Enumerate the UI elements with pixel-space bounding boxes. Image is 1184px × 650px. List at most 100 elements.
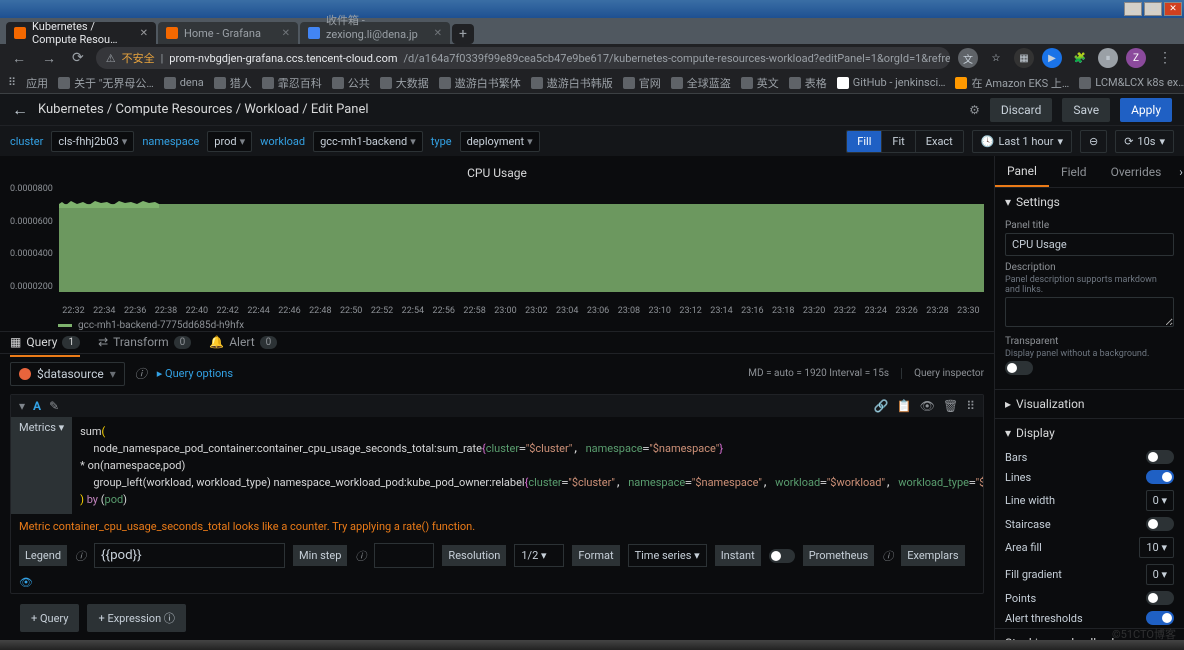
eye-icon[interactable]: 👁 — [19, 576, 33, 589]
display-header[interactable]: ▾ Display — [995, 419, 1184, 447]
query-options-toggle[interactable]: ▸ Query options — [157, 367, 233, 380]
bm-0[interactable]: 应用 — [26, 75, 48, 91]
window-close[interactable]: ✕ — [1164, 2, 1182, 16]
bars-toggle[interactable] — [1146, 450, 1174, 464]
translate-icon[interactable]: 文 — [958, 48, 978, 68]
bm-7[interactable]: 遨游白书繁体 — [439, 75, 521, 91]
info-icon[interactable]: ⓘ — [355, 548, 366, 564]
browser-tab-1[interactable]: Home - Grafana✕ — [158, 22, 298, 44]
eye-icon[interactable]: 👁 — [920, 399, 935, 413]
forward-button[interactable]: → — [38, 48, 60, 69]
var-cluster-value[interactable]: cls-fhhj2b03▾ — [51, 131, 134, 152]
plot-area[interactable] — [59, 184, 984, 304]
staircase-toggle[interactable] — [1146, 517, 1174, 531]
fill-button[interactable]: Fill — [847, 131, 882, 152]
pencil-icon[interactable]: ✎ — [49, 399, 59, 413]
visualization-header[interactable]: ▸ Visualization — [995, 390, 1184, 418]
browser-tab-2[interactable]: 收件箱 - zexiong.li@dena.jp …✕ — [300, 22, 450, 44]
copy-icon[interactable]: 📋 — [897, 399, 912, 413]
var-workload-value[interactable]: gcc-mh1-backend▾ — [313, 131, 423, 152]
star-icon[interactable]: ☆ — [986, 48, 1006, 68]
refresh-button[interactable]: ⟳ 10s ▾ — [1115, 130, 1174, 153]
time-range-button[interactable]: 🕓 Last 1 hour ▾ — [972, 130, 1072, 153]
resolution-select[interactable]: 1/2 ▾ — [514, 544, 564, 567]
legend-input[interactable] — [94, 543, 285, 568]
query-editor[interactable]: sum( node_namespace_pod_container:contai… — [72, 417, 983, 514]
trash-icon[interactable]: 🗑 — [943, 399, 958, 413]
areafill-select[interactable]: 10 ▾ — [1139, 537, 1174, 558]
window-maximize[interactable]: ☐ — [1144, 2, 1162, 16]
minstep-input[interactable] — [374, 543, 434, 568]
transparent-toggle[interactable] — [1005, 361, 1033, 375]
bm-15[interactable]: LCM&LCX k8s ex… — [1079, 76, 1184, 89]
exact-button[interactable]: Exact — [916, 131, 963, 152]
ext-icon-1[interactable]: ▦ — [1014, 48, 1034, 68]
settings-icon[interactable]: ⚙ — [969, 103, 980, 117]
bm-1[interactable]: 关于 "无界母公… — [58, 75, 154, 91]
format-select[interactable]: Time series ▾ — [628, 544, 707, 567]
collapse-icon[interactable]: › — [1173, 165, 1184, 179]
bm-3[interactable]: 猎人 — [214, 75, 252, 91]
window-minimize[interactable]: _ — [1124, 2, 1142, 16]
reload-button[interactable]: ⟳ — [68, 48, 88, 68]
bm-11[interactable]: 英文 — [741, 75, 779, 91]
bm-9[interactable]: 官网 — [623, 75, 661, 91]
settings-header[interactable]: ▾ Settings — [995, 188, 1184, 216]
close-icon[interactable]: ✕ — [140, 28, 148, 39]
query-inspector-button[interactable]: Query inspector — [901, 368, 984, 379]
info-icon[interactable]: ⓘ — [135, 365, 147, 382]
chart-legend[interactable]: gcc-mh1-backend-7775dd685d-h9hfx — [58, 320, 984, 331]
avatar[interactable]: Z — [1126, 48, 1146, 68]
close-icon[interactable]: ✕ — [434, 28, 442, 39]
bm-12[interactable]: 表格 — [789, 75, 827, 91]
linewidth-select[interactable]: 0 ▾ — [1146, 490, 1174, 511]
add-expression-button[interactable]: + Expression ⓘ — [87, 604, 185, 632]
info-icon[interactable]: ⓘ — [882, 548, 893, 564]
info-icon[interactable]: ⓘ — [75, 548, 86, 564]
description-input[interactable] — [1005, 297, 1174, 327]
add-query-button[interactable]: + Query — [20, 604, 79, 632]
bm-14[interactable]: 在 Amazon EKS 上… — [955, 75, 1069, 91]
bm-2[interactable]: dena — [164, 76, 204, 89]
points-toggle[interactable] — [1146, 591, 1174, 605]
bm-13[interactable]: GitHub - jenkinsci… — [837, 76, 946, 89]
tab-overrides[interactable]: Overrides — [1099, 156, 1174, 187]
chevron-down-icon[interactable]: ▾ — [19, 399, 25, 413]
tab-alert[interactable]: 🔔 Alert 0 — [209, 335, 277, 349]
bm-5[interactable]: 公共 — [332, 75, 370, 91]
browser-tab-0[interactable]: Kubernetes / Compute Resou…✕ — [6, 22, 156, 44]
ext-icon-4[interactable]: ⏸ — [1098, 48, 1118, 68]
discard-button[interactable]: Discard — [990, 98, 1053, 122]
ext-icon-3[interactable]: 🧩 — [1070, 48, 1090, 68]
query-hint[interactable]: Metric container_cpu_usage_seconds_total… — [11, 514, 983, 539]
tab-field[interactable]: Field — [1049, 156, 1099, 187]
save-button[interactable]: Save — [1062, 98, 1110, 122]
close-icon[interactable]: ✕ — [282, 28, 290, 39]
zoom-out-button[interactable]: ⊖ — [1080, 130, 1107, 153]
instant-toggle[interactable] — [769, 549, 795, 563]
lines-toggle[interactable] — [1146, 470, 1174, 484]
menu-icon[interactable]: ⋮ — [1154, 48, 1176, 68]
link-icon[interactable]: 🔗 — [874, 399, 889, 413]
ext-icon-2[interactable]: ▶ — [1042, 48, 1062, 68]
apps-icon[interactable]: ⠿ — [8, 76, 16, 89]
url-input[interactable]: ⚠ 不安全 | prom-nvbgdjen-grafana.ccs.tencen… — [96, 47, 950, 69]
var-type-value[interactable]: deployment▾ — [460, 131, 540, 152]
apply-button[interactable]: Apply — [1120, 98, 1172, 122]
panel-title-input[interactable] — [1005, 233, 1174, 256]
taskbar[interactable] — [0, 640, 1184, 650]
metrics-label[interactable]: Metrics ▾ — [11, 417, 72, 514]
datasource-select[interactable]: $datasource ▾ — [10, 362, 125, 386]
drag-icon[interactable]: ⠿ — [966, 399, 975, 413]
back-arrow-icon[interactable]: ← — [12, 100, 28, 120]
bm-10[interactable]: 全球蓝盗 — [671, 75, 731, 91]
bm-8[interactable]: 遨游白书韩版 — [531, 75, 613, 91]
tab-transform[interactable]: ⇄ Transform 0 — [98, 335, 191, 349]
tab-panel[interactable]: Panel — [995, 156, 1049, 187]
bm-6[interactable]: 大数据 — [380, 75, 429, 91]
fillgradient-select[interactable]: 0 ▾ — [1146, 564, 1174, 585]
bm-4[interactable]: 霏忍百科 — [262, 75, 322, 91]
alertthresholds-toggle[interactable] — [1146, 611, 1174, 625]
new-tab-button[interactable]: + — [452, 24, 474, 44]
fit-button[interactable]: Fit — [882, 131, 915, 152]
